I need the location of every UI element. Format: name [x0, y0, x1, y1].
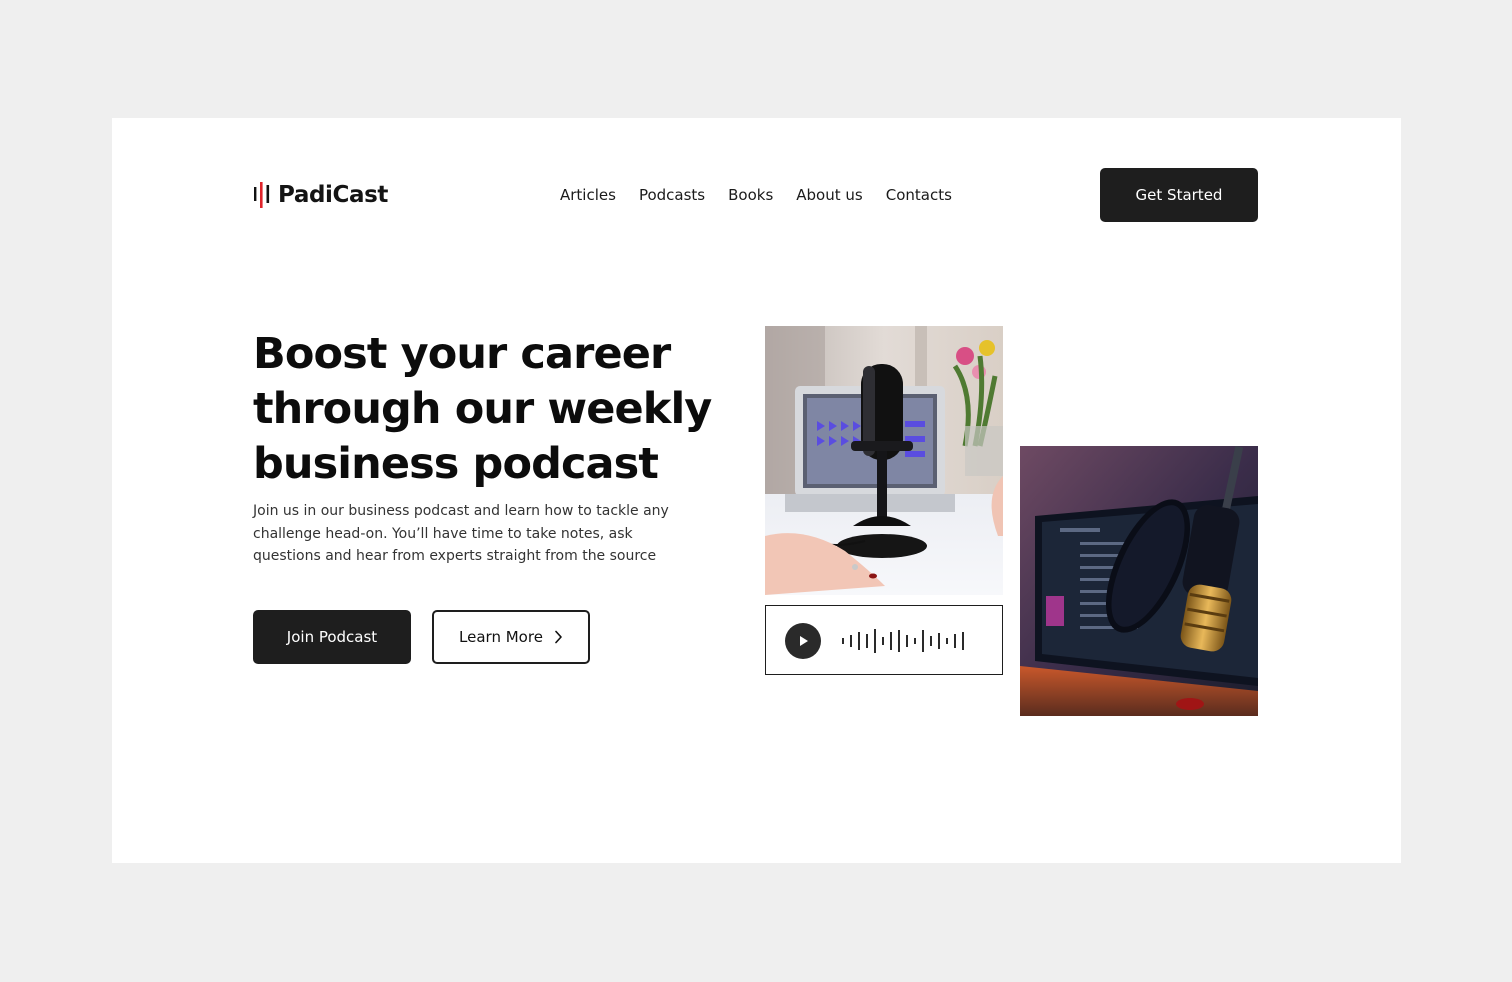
- nav-about-us[interactable]: About us: [796, 184, 862, 206]
- studio-condenser-mic-image: [1020, 446, 1258, 716]
- play-button[interactable]: [785, 623, 821, 659]
- learn-more-label: Learn More: [459, 628, 543, 646]
- podcast-desk-mic-image: [765, 326, 1003, 595]
- get-started-button[interactable]: Get Started: [1100, 168, 1258, 222]
- chevron-right-icon: [555, 630, 562, 644]
- waveform-icon: [842, 629, 964, 653]
- join-podcast-button[interactable]: Join Podcast: [253, 610, 411, 664]
- nav-books[interactable]: Books: [728, 184, 773, 206]
- nav-articles[interactable]: Articles: [560, 184, 616, 206]
- brand-logo[interactable]: PadiCast: [253, 181, 388, 209]
- page-frame: PadiCast Articles Podcasts Books About u…: [112, 118, 1401, 863]
- brand-mark-icon: [254, 182, 270, 208]
- hero-description: Join us in our business podcast and lear…: [253, 503, 669, 564]
- learn-more-button[interactable]: Learn More: [432, 610, 590, 664]
- play-icon: [800, 636, 808, 646]
- nav-contacts[interactable]: Contacts: [886, 184, 952, 206]
- main-nav: Articles Podcasts Books About us Contact…: [560, 184, 952, 206]
- brand-name: PadiCast: [278, 182, 388, 208]
- audio-player: [765, 605, 1003, 675]
- hero-title: Boost your career through our weekly bus…: [253, 329, 712, 489]
- nav-podcasts[interactable]: Podcasts: [639, 184, 705, 206]
